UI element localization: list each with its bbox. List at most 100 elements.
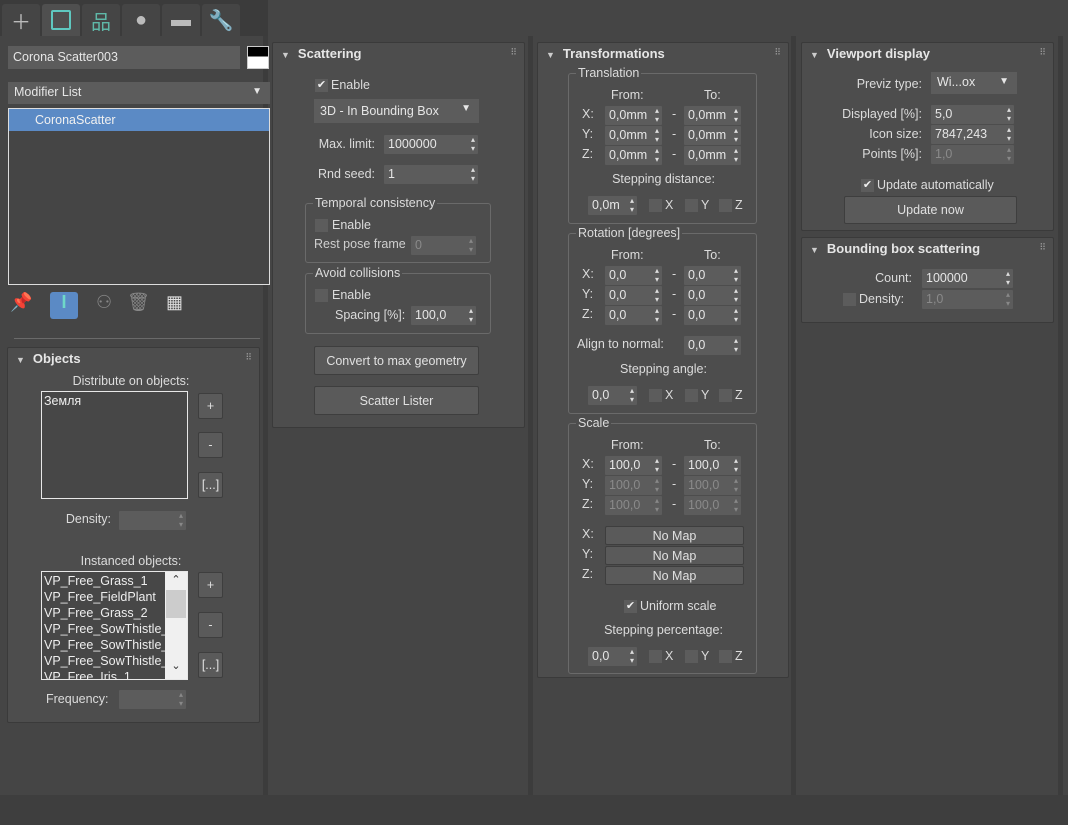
displayed-spinner[interactable]: 5,0 xyxy=(931,105,1014,124)
list-item[interactable]: VP_Free_SowThistle_ xyxy=(44,653,168,669)
scale-from-y-spinner[interactable]: 100,0 xyxy=(605,476,662,495)
scale-stepping-spinner[interactable]: 0,0 xyxy=(588,647,637,666)
max-limit-spinner[interactable]: 1000000 xyxy=(384,135,478,154)
object-color-swatch[interactable] xyxy=(247,46,269,69)
scale-stepping-z-checkbox[interactable] xyxy=(719,650,732,663)
translation-to-y-spinner[interactable]: 0,0mm xyxy=(684,126,741,145)
uniform-scale-checkbox[interactable]: ✔ xyxy=(624,600,637,613)
objects-rollout: Objects⠿ Distribute on objects: Земля + … xyxy=(7,347,260,723)
scattering-header[interactable]: Scattering xyxy=(281,46,362,61)
distribute-list[interactable]: Земля xyxy=(41,391,188,499)
scattering-rollout: Scattering⠿ ✔ Enable 3D - In Bounding Bo… xyxy=(272,42,525,428)
scatter-lister-button[interactable]: Scatter Lister xyxy=(314,386,479,415)
scale-to-y-spinner[interactable]: 100,0 xyxy=(684,476,741,495)
translation-from-z-spinner[interactable]: 0,0mm xyxy=(605,146,662,165)
translation-stepping-spinner[interactable]: 0,0m xyxy=(588,196,637,215)
list-item[interactable]: VP_Free_Grass_1 xyxy=(44,573,163,589)
scale-stepping-x-checkbox[interactable] xyxy=(649,650,662,663)
icon-size-spinner[interactable]: 7847,243 xyxy=(931,125,1014,144)
points-spinner[interactable]: 1,0 xyxy=(931,145,1014,164)
density-checkbox[interactable] xyxy=(843,293,856,306)
make-unique-icon[interactable]: ⚇ xyxy=(96,292,112,313)
scale-map-z-button[interactable]: No Map xyxy=(605,566,744,585)
pick-instanced-button[interactable]: [...] xyxy=(198,652,223,678)
convert-to-geometry-button[interactable]: Convert to max geometry xyxy=(314,346,479,375)
bbox-density-spinner[interactable]: 1,0 xyxy=(922,290,1013,309)
remove-modifier-icon[interactable]: 🗑 xyxy=(127,292,150,313)
scale-from-x-spinner[interactable]: 100,0 xyxy=(605,456,662,475)
modify-tab[interactable] xyxy=(42,4,80,36)
rotation-stepping-z-checkbox[interactable] xyxy=(719,389,732,402)
display-tab[interactable]: ▬ xyxy=(162,4,200,36)
axis-label: Y: xyxy=(582,287,594,301)
spacing-spinner[interactable]: 100,0 xyxy=(411,306,476,325)
previz-dropdown[interactable]: Wi...ox xyxy=(931,72,1017,94)
list-item[interactable]: VP_Free_SowThistle_ xyxy=(44,637,168,653)
list-item[interactable]: VP_Free_SowThistle_ xyxy=(44,621,168,637)
pick-distribute-button[interactable]: [...] xyxy=(198,472,223,498)
frequency-spinner[interactable] xyxy=(119,690,186,709)
rotation-stepping-y-checkbox[interactable] xyxy=(685,389,698,402)
remove-distribute-button[interactable]: - xyxy=(198,432,223,458)
translation-stepping-y-checkbox[interactable] xyxy=(685,199,698,212)
scale-map-y-button[interactable]: No Map xyxy=(605,546,744,565)
instanced-list[interactable]: VP_Free_Grass_1 VP_Free_FieldPlant VP_Fr… xyxy=(41,571,188,680)
remove-instanced-button[interactable]: - xyxy=(198,612,223,638)
create-tab[interactable]: ＋ xyxy=(2,4,40,36)
scale-stepping-y-checkbox[interactable] xyxy=(685,650,698,663)
rest-pose-spinner[interactable]: 0 xyxy=(411,236,476,255)
rnd-seed-spinner[interactable]: 1 xyxy=(384,165,478,184)
rotation-stepping-spinner[interactable]: 0,0 xyxy=(588,386,637,405)
rotation-from-x-spinner[interactable]: 0,0 xyxy=(605,266,662,285)
scale-to-z-spinner[interactable]: 100,0 xyxy=(684,496,741,515)
translation-to-z-spinner[interactable]: 0,0mm xyxy=(684,146,741,165)
translation-from-x-spinner[interactable]: 0,0mm xyxy=(605,106,662,125)
list-item[interactable]: VP_Free_Iris_1 xyxy=(44,669,163,679)
scale-to-x-spinner[interactable]: 100,0 xyxy=(684,456,741,475)
utilities-tab[interactable]: 🔧 xyxy=(202,4,240,36)
motion-tab[interactable]: ● xyxy=(122,4,160,36)
scale-group: ScaleFrom:To:X:100,0-100,0Y:100,0-100,0Z… xyxy=(568,416,757,674)
dash: - xyxy=(672,127,677,141)
list-scrollbar[interactable]: ⌃ ⌄ xyxy=(165,572,187,679)
list-item[interactable]: VP_Free_Grass_2 xyxy=(44,605,163,621)
list-item[interactable]: VP_Free_FieldPlant xyxy=(44,589,163,605)
bbox-header[interactable]: Bounding box scattering xyxy=(810,241,980,256)
list-item[interactable]: Земля xyxy=(44,393,185,409)
rotation-to-x-spinner[interactable]: 0,0 xyxy=(684,266,741,285)
density-spinner[interactable] xyxy=(119,511,186,530)
avoid-enable-checkbox[interactable] xyxy=(315,289,328,302)
scale-map-x-button[interactable]: No Map xyxy=(605,526,744,545)
stack-item-coronascatter[interactable]: CoronaScatter xyxy=(9,109,269,131)
modifier-list-dropdown[interactable]: Modifier List xyxy=(8,82,270,104)
show-end-result-icon[interactable]: I xyxy=(50,292,78,319)
hierarchy-tab[interactable]: 品 xyxy=(82,4,120,36)
translation-to-x-spinner[interactable]: 0,0mm xyxy=(684,106,741,125)
rotation-from-z-spinner[interactable]: 0,0 xyxy=(605,306,662,325)
scatter-mode-dropdown[interactable]: 3D - In Bounding Box xyxy=(314,99,479,123)
translation-from-y-spinner[interactable]: 0,0mm xyxy=(605,126,662,145)
rotation-from-y-spinner[interactable]: 0,0 xyxy=(605,286,662,305)
configure-modifier-sets-icon[interactable]: ▦ xyxy=(166,292,183,313)
update-auto-checkbox[interactable]: ✔ xyxy=(861,179,874,192)
viewport-header[interactable]: Viewport display xyxy=(810,46,930,61)
add-instanced-button[interactable]: + xyxy=(198,572,223,598)
count-spinner[interactable]: 100000 xyxy=(922,269,1013,288)
rotation-stepping-x-checkbox[interactable] xyxy=(649,389,662,402)
temporal-enable-checkbox[interactable] xyxy=(315,219,328,232)
rotation-to-z-spinner[interactable]: 0,0 xyxy=(684,306,741,325)
objects-header[interactable]: Objects xyxy=(16,351,81,366)
scale-from-z-spinner[interactable]: 100,0 xyxy=(605,496,662,515)
displayed-label: Displayed [%]: xyxy=(842,107,922,121)
add-distribute-button[interactable]: + xyxy=(198,393,223,419)
translation-stepping-z-checkbox[interactable] xyxy=(719,199,732,212)
rotation-to-y-spinner[interactable]: 0,0 xyxy=(684,286,741,305)
axis-label: Z: xyxy=(582,567,594,581)
enable-checkbox[interactable]: ✔ xyxy=(315,79,328,92)
update-now-button[interactable]: Update now xyxy=(844,196,1017,224)
align-normal-spinner[interactable]: 0,0 xyxy=(684,336,741,355)
pin-stack-icon[interactable]: 📌 xyxy=(10,292,32,313)
translation-stepping-x-checkbox[interactable] xyxy=(649,199,662,212)
object-name-field[interactable]: Corona Scatter003 xyxy=(8,46,240,69)
transformations-header[interactable]: Transformations xyxy=(546,46,665,61)
